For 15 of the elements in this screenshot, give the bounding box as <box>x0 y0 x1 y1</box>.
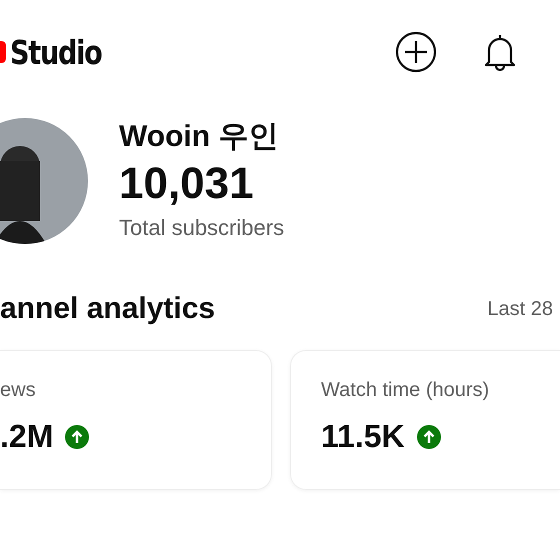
channel-name: Wooin 우인 <box>119 119 280 155</box>
logo-icon <box>0 41 6 63</box>
metric-value: .2M <box>0 418 54 455</box>
logo-text: Studio <box>10 32 102 72</box>
period-label[interactable]: Last 28 <box>487 298 553 320</box>
section-title: annel analytics <box>0 292 216 326</box>
subscribers-label: Total subscribers <box>119 214 284 242</box>
add-icon[interactable] <box>395 31 437 73</box>
metric-label: ews <box>0 379 37 402</box>
metric-label: Watch time (hours) <box>321 379 490 402</box>
metric-card[interactable]: ews .2M <box>0 350 272 490</box>
metric-value: 11.5K <box>321 418 405 455</box>
metric-card[interactable]: Watch time (hours) 11.5K <box>290 350 560 490</box>
subscriber-count: 10,031 <box>119 158 255 210</box>
notifications-icon[interactable] <box>483 32 517 72</box>
